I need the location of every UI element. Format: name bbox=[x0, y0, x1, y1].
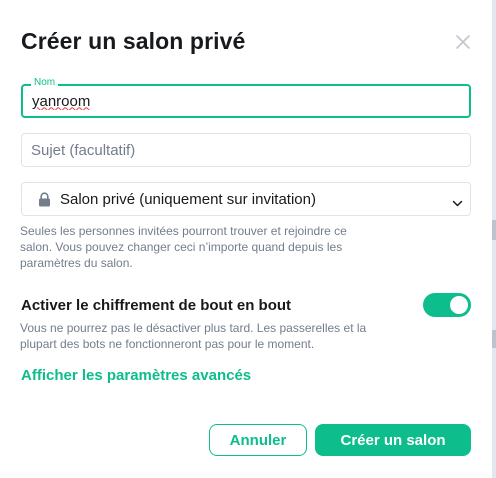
create-room-button[interactable]: Créer un salon bbox=[315, 424, 471, 456]
topic-input[interactable] bbox=[22, 134, 470, 166]
join-rule-dropdown[interactable]: Salon privé (uniquement sur invitation) bbox=[21, 182, 471, 216]
cancel-button[interactable]: Annuler bbox=[209, 424, 307, 456]
create-room-dialog: Créer un salon privé Nom Salon privé (un… bbox=[0, 0, 491, 478]
background-edge bbox=[492, 0, 496, 478]
encryption-title: Activer le chiffrement de bout en bout bbox=[21, 297, 292, 314]
close-icon[interactable] bbox=[453, 32, 473, 52]
toggle-knob bbox=[450, 296, 468, 314]
background-edge-mark bbox=[492, 220, 496, 240]
encryption-toggle[interactable] bbox=[423, 293, 471, 317]
chevron-down-icon bbox=[452, 195, 463, 207]
topic-field[interactable] bbox=[21, 133, 471, 167]
show-advanced-link[interactable]: Afficher les paramètres avancés bbox=[21, 367, 251, 384]
join-rule-description: Seules les personnes invitées pourront t… bbox=[20, 224, 347, 270]
dialog-title: Créer un salon privé bbox=[21, 28, 246, 54]
encryption-description: Vous ne pourrez pas le désactiver plus t… bbox=[20, 321, 367, 351]
room-name-input[interactable] bbox=[23, 86, 469, 116]
background-edge-mark bbox=[492, 330, 496, 348]
room-name-field[interactable]: Nom bbox=[21, 77, 471, 118]
lock-icon bbox=[38, 192, 51, 207]
join-rule-value: Salon privé (uniquement sur invitation) bbox=[60, 191, 316, 208]
